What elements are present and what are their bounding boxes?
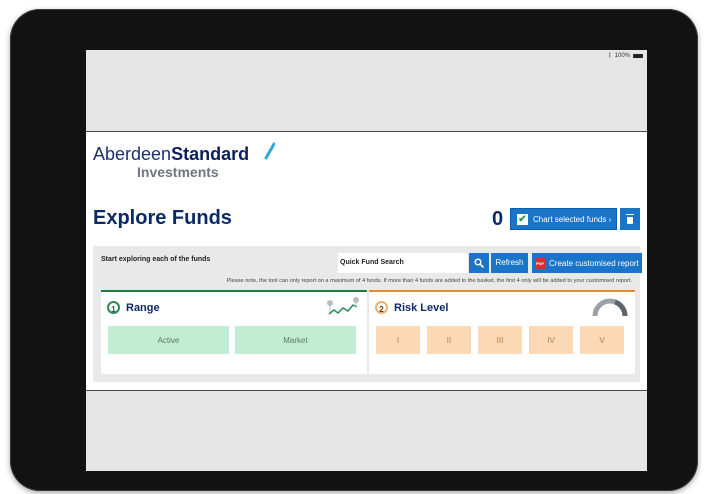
logo-tick-icon (264, 142, 275, 160)
brand-logo[interactable]: AberdeenStandard Investments (93, 142, 275, 180)
search-button[interactable] (469, 253, 489, 273)
range-chart-icon (327, 297, 359, 315)
risk-level-filter-card: 2 Risk Level I II III IV V (369, 290, 635, 374)
range-option-market[interactable]: Market (235, 326, 356, 354)
battery-icon (633, 54, 643, 58)
trash-icon (626, 213, 634, 224)
range-title: Range (126, 301, 160, 314)
page-title: Explore Funds (93, 207, 232, 229)
range-step-number: 1 (107, 301, 120, 314)
tablet-frame: ᛒ 100% AberdeenStandard Investments Expl… (10, 9, 698, 491)
search-icon (474, 258, 484, 268)
risk-option-2[interactable]: II (427, 326, 471, 354)
range-filter-card: 1 Range Active Market (101, 290, 367, 374)
battery-percent: 100% (614, 53, 630, 59)
risk-option-5[interactable]: V (580, 326, 624, 354)
chart-selected-funds-button[interactable]: ✔ Chart selected funds › (510, 208, 617, 230)
logo-name-bold: Standard (171, 144, 250, 164)
create-report-button[interactable]: PDF Create customised report (532, 253, 642, 273)
risk-option-1[interactable]: I (376, 326, 420, 354)
range-header: 1 Range (107, 301, 160, 314)
bluetooth-icon: ᛒ (608, 53, 612, 59)
risk-header: 2 Risk Level (375, 301, 448, 314)
clear-basket-button[interactable] (620, 208, 640, 230)
risk-option-3[interactable]: III (478, 326, 522, 354)
chart-selected-funds-label: Chart selected funds › (533, 214, 612, 224)
risk-option-4[interactable]: IV (529, 326, 573, 354)
explore-panel: Start exploring each of the funds Quick … (93, 246, 642, 382)
range-option-active[interactable]: Active (108, 326, 229, 354)
tablet-screen: ᛒ 100% AberdeenStandard Investments Expl… (86, 50, 647, 471)
basket-count: 0 (492, 208, 504, 230)
report-limit-note: Please note, the tool can only report on… (226, 278, 632, 284)
logo-wordmark: AberdeenStandard (93, 144, 249, 164)
risk-title: Risk Level (394, 301, 449, 314)
quick-fund-search-input[interactable]: Quick Fund Search (338, 253, 468, 273)
check-icon: ✔ (517, 213, 528, 225)
risk-step-number: 2 (375, 301, 388, 314)
intro-text: Start exploring each of the funds (101, 256, 211, 263)
status-bar: ᛒ 100% (608, 53, 643, 59)
refresh-button[interactable]: Refresh (491, 253, 528, 273)
logo-name-light: Aberdeen (93, 144, 172, 164)
risk-gauge-icon (592, 298, 628, 317)
logo-subtitle: Investments (137, 164, 219, 180)
funds-page: AberdeenStandard Investments Explore Fun… (86, 131, 647, 391)
create-report-label: Create customised report (549, 258, 639, 268)
pdf-icon: PDF (535, 257, 545, 269)
